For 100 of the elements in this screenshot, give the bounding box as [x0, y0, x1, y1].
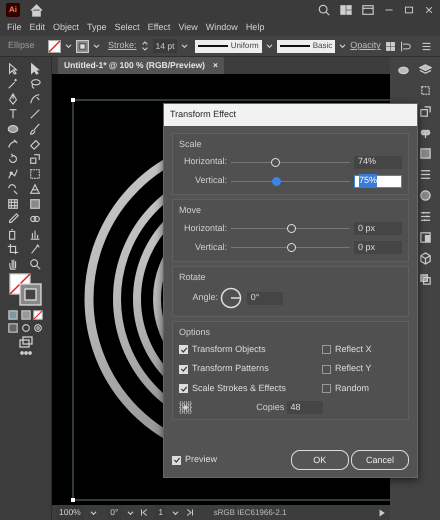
rotate-icon[interactable] [6, 153, 18, 165]
menu-item[interactable]: Effect [148, 21, 170, 35]
stroke-link[interactable]: Stroke: [108, 39, 137, 53]
symbol-sprayer-icon[interactable] [6, 228, 18, 240]
document-tab[interactable]: Untitled-1* @ 100 % (RGB/Preview) × [58, 57, 224, 74]
draw-behind-icon[interactable] [20, 323, 30, 333]
stroke-panel-icon[interactable] [418, 168, 432, 181]
hand-icon[interactable] [6, 258, 18, 270]
pathfinder-icon[interactable] [418, 273, 432, 286]
home-icon[interactable] [30, 4, 43, 16]
caret-icon[interactable] [90, 510, 97, 516]
checkbox[interactable]: Reflect X [322, 342, 402, 356]
transform-icon[interactable] [418, 105, 432, 118]
caret-icon[interactable] [92, 43, 100, 49]
menu-item[interactable]: File [7, 21, 22, 35]
scale-icon[interactable] [28, 153, 40, 165]
pen-icon[interactable] [6, 93, 18, 105]
blend-icon[interactable] [28, 213, 40, 225]
last-page-icon[interactable] [185, 508, 194, 517]
checkbox[interactable]: Scale Strokes & Effects [179, 382, 322, 396]
search-icon[interactable] [318, 4, 330, 16]
field-label: Vertical: [194, 174, 227, 188]
puppet-warp-icon[interactable] [6, 168, 18, 180]
align-icon[interactable] [400, 40, 411, 52]
checkbox[interactable]: Preview [172, 453, 218, 467]
maximize-icon[interactable] [404, 5, 414, 15]
slider-thumb[interactable] [272, 176, 282, 186]
value-field[interactable]: 75% [354, 174, 402, 188]
caret-icon[interactable] [266, 43, 273, 49]
caret-icon[interactable] [339, 43, 346, 49]
layers-icon[interactable] [418, 63, 432, 76]
copies-field[interactable]: 48 [286, 400, 322, 414]
draw-normal-icon[interactable] [8, 323, 18, 333]
properties-icon[interactable] [418, 210, 432, 223]
fill-swatch[interactable] [48, 40, 61, 52]
magic-wand-icon[interactable] [6, 78, 18, 90]
menu-item[interactable]: Edit [30, 21, 46, 35]
menu-icon[interactable] [421, 40, 432, 52]
selection-tool-icon[interactable] [6, 63, 18, 75]
menu-item[interactable]: Type [87, 21, 107, 35]
profile-dropdown[interactable]: Uniform [194, 40, 262, 52]
paintbrush-icon[interactable] [28, 123, 40, 135]
artboards-icon[interactable] [418, 84, 432, 97]
type-tool-icon[interactable] [6, 108, 18, 120]
fill-stroke-icon[interactable] [8, 273, 42, 307]
stroke-weight-field[interactable]: 14 pt [152, 38, 178, 54]
angle-dial[interactable] [220, 287, 242, 309]
value-field[interactable]: 74% [354, 156, 402, 168]
cancel-button[interactable]: Cancel [351, 450, 409, 470]
none-mode-icon[interactable] [32, 310, 43, 320]
line-tool-icon[interactable] [28, 108, 40, 120]
draw-inside-icon[interactable] [32, 323, 43, 333]
panel-icon[interactable] [362, 4, 374, 16]
column-graph-icon[interactable] [28, 228, 40, 240]
checkbox[interactable]: Transform Patterns [179, 362, 322, 376]
close-icon[interactable] [424, 5, 434, 15]
menu-item[interactable]: Help [246, 21, 264, 35]
checkbox[interactable]: Transform Objects [179, 342, 322, 356]
caret-icon[interactable] [64, 43, 72, 49]
caret-icon[interactable] [181, 43, 188, 49]
slice-icon[interactable] [28, 243, 40, 255]
color-mode-icon[interactable] [8, 310, 18, 320]
section-heading: Rotate [179, 270, 207, 284]
opacity-link[interactable]: Opacity [350, 39, 381, 53]
value-field[interactable]: 0 px [354, 222, 402, 235]
field-label: Horizontal: [182, 222, 227, 235]
spinner-icon[interactable] [140, 40, 149, 52]
zoom-icon[interactable] [28, 258, 40, 270]
caret-icon[interactable] [127, 510, 134, 516]
direct-selection-icon[interactable] [28, 63, 40, 75]
reference-point-icon[interactable] [179, 400, 192, 414]
angle-field[interactable]: 0° [246, 292, 283, 304]
ok-button[interactable]: OK [290, 450, 349, 470]
gradient-mode-icon[interactable] [20, 310, 30, 320]
caret-icon[interactable] [172, 510, 180, 516]
more-tools-icon[interactable] [20, 351, 32, 355]
eyedropper-icon[interactable] [6, 213, 18, 225]
menu-item[interactable]: View [178, 21, 198, 35]
mesh-icon[interactable] [6, 198, 18, 210]
menu-item[interactable]: Window [206, 21, 238, 35]
screen-mode-icon[interactable] [18, 336, 32, 348]
stroke-swatch[interactable] [76, 40, 89, 52]
artboard-icon[interactable] [6, 243, 18, 255]
checkbox[interactable]: Random [322, 382, 402, 396]
document-icon[interactable] [418, 231, 432, 244]
value-field[interactable]: 0 px [354, 241, 402, 254]
play-icon[interactable] [378, 508, 386, 516]
lasso-icon[interactable] [28, 78, 40, 90]
grid-icon[interactable] [384, 40, 396, 52]
first-page-icon[interactable] [140, 508, 150, 517]
perspective-grid-icon[interactable] [28, 183, 40, 195]
3d-object-icon[interactable] [418, 252, 432, 265]
eraser-icon[interactable] [28, 138, 40, 150]
ellipse-icon[interactable] [6, 123, 18, 135]
brush-dropdown[interactable]: Basic [276, 40, 336, 52]
checkbox[interactable]: Reflect Y [322, 362, 402, 376]
workspace-icon[interactable] [340, 4, 352, 16]
free-transform-icon[interactable] [28, 168, 40, 180]
menu-item[interactable]: Object [53, 21, 80, 35]
menu-item[interactable]: Select [114, 21, 140, 35]
